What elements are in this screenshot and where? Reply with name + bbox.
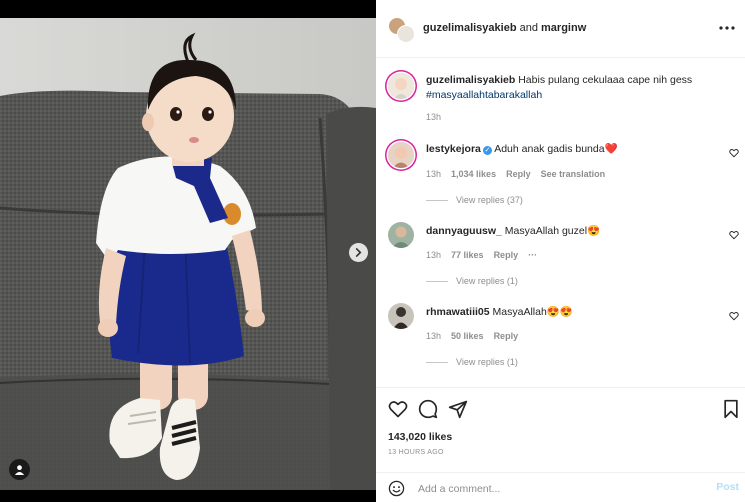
comment-text: rhmawatiii05 MasyaAllah😍😍	[426, 305, 716, 320]
caption-time[interactable]: 13h	[426, 112, 441, 122]
more-options-button[interactable]	[719, 20, 735, 36]
replies-divider	[426, 361, 448, 363]
comment-body: Aduh anak gadis bunda❤️	[494, 143, 618, 155]
post-media	[0, 0, 376, 502]
comment-options-button[interactable]: ···	[528, 250, 537, 260]
post-comment-button[interactable]: Post	[716, 481, 739, 493]
comment-time[interactable]: 13h	[426, 169, 441, 179]
paper-plane-icon[interactable]	[448, 399, 468, 419]
comment-like-heart-icon[interactable]	[729, 311, 739, 321]
comment-text: dannyaguusw_ MasyaAllah guzel😍	[426, 224, 716, 239]
replies-divider	[426, 280, 448, 282]
see-translation-button[interactable]: See translation	[541, 169, 606, 179]
reply-button[interactable]: Reply	[506, 169, 531, 179]
caption-text: guzelimalisyakieb Habis pulang cekulaaa …	[426, 73, 716, 103]
chevron-right-icon	[355, 248, 362, 257]
view-replies-label: View replies (1)	[456, 357, 518, 367]
comment-body: MasyaAllah guzel😍	[504, 225, 601, 237]
comment-likes[interactable]: 77 likes	[451, 250, 484, 260]
comment-meta: 13h 1,034 likes Reply See translation	[426, 169, 605, 179]
comment-avatar[interactable]	[388, 222, 414, 248]
ellipsis-icon	[719, 26, 735, 30]
comment-likes[interactable]: 1,034 likes	[451, 169, 496, 179]
comment-meta: 13h 50 likes Reply	[426, 331, 518, 341]
like-heart-icon[interactable]	[388, 399, 408, 419]
collaborator-avatar[interactable]	[397, 25, 415, 43]
user-tag-icon	[14, 465, 25, 475]
authors-joiner: and	[519, 22, 538, 34]
avatar-image	[388, 222, 414, 248]
comment-avatar[interactable]	[388, 142, 414, 168]
comment-time[interactable]: 13h	[426, 250, 441, 260]
user-tags-button[interactable]	[9, 459, 30, 480]
post-authors: guzelimalisyakieb and marginw	[423, 22, 586, 34]
collaborator-username[interactable]: marginw	[541, 22, 586, 34]
view-replies-button[interactable]: View replies (1)	[426, 357, 518, 367]
comment-text: lestykejora ✓ Aduh anak gadis bunda❤️	[426, 142, 716, 157]
comment-time[interactable]: 13h	[426, 331, 441, 341]
post-side-panel: guzelimalisyakieb and marginw guzelimali…	[376, 0, 745, 502]
comment-like-heart-icon[interactable]	[729, 230, 739, 240]
view-replies-label: View replies (37)	[456, 195, 523, 205]
replies-divider	[426, 199, 448, 201]
next-photo-button[interactable]	[349, 243, 368, 262]
comment-meta: 13h 77 likes Reply ···	[426, 250, 537, 260]
caption-avatar[interactable]	[388, 73, 414, 99]
post-actions: 143,020 likes 13 HOURS AGO	[376, 387, 745, 471]
collab-avatars[interactable]	[388, 17, 416, 45]
comments-list[interactable]: guzelimalisyakieb Habis pulang cekulaaa …	[376, 59, 745, 386]
avatar-image	[388, 303, 414, 329]
caption-meta: 13h	[426, 112, 441, 122]
bookmark-icon[interactable]	[721, 399, 741, 419]
comment-username[interactable]: lestykejora	[426, 143, 481, 155]
likes-count[interactable]: 143,020 likes	[388, 431, 452, 443]
view-replies-label: View replies (1)	[456, 276, 518, 286]
comment-username[interactable]: rhmawatiii05	[426, 306, 490, 318]
caption-body: Habis pulang cekulaaa cape nih gess	[518, 74, 693, 86]
caption-hashtag[interactable]: #masyaallahtabarakallah	[426, 89, 542, 101]
reply-button[interactable]: Reply	[494, 250, 519, 260]
caption-username[interactable]: guzelimalisyakieb	[426, 74, 515, 86]
view-replies-button[interactable]: View replies (37)	[426, 195, 523, 205]
avatar-image	[388, 73, 414, 99]
comment-body: MasyaAllah😍😍	[492, 306, 573, 318]
comment-like-heart-icon[interactable]	[729, 148, 739, 158]
comment-bubble-icon[interactable]	[418, 399, 438, 419]
avatar-image	[388, 142, 414, 168]
comment-username[interactable]: dannyaguusw_	[426, 225, 502, 237]
photo-illustration	[0, 18, 376, 490]
comment-avatar[interactable]	[388, 303, 414, 329]
add-comment-bar: Post	[376, 472, 745, 502]
smiley-icon[interactable]	[388, 480, 405, 497]
post-timestamp[interactable]: 13 HOURS AGO	[388, 449, 444, 456]
post-photo[interactable]	[0, 18, 376, 490]
post-header: guzelimalisyakieb and marginw	[376, 0, 745, 58]
view-replies-button[interactable]: View replies (1)	[426, 276, 518, 286]
owner-username[interactable]: guzelimalisyakieb	[423, 22, 517, 34]
verified-badge-icon: ✓	[482, 146, 492, 155]
reply-button[interactable]: Reply	[494, 331, 519, 341]
comment-likes[interactable]: 50 likes	[451, 331, 484, 341]
comment-input[interactable]	[418, 480, 688, 497]
